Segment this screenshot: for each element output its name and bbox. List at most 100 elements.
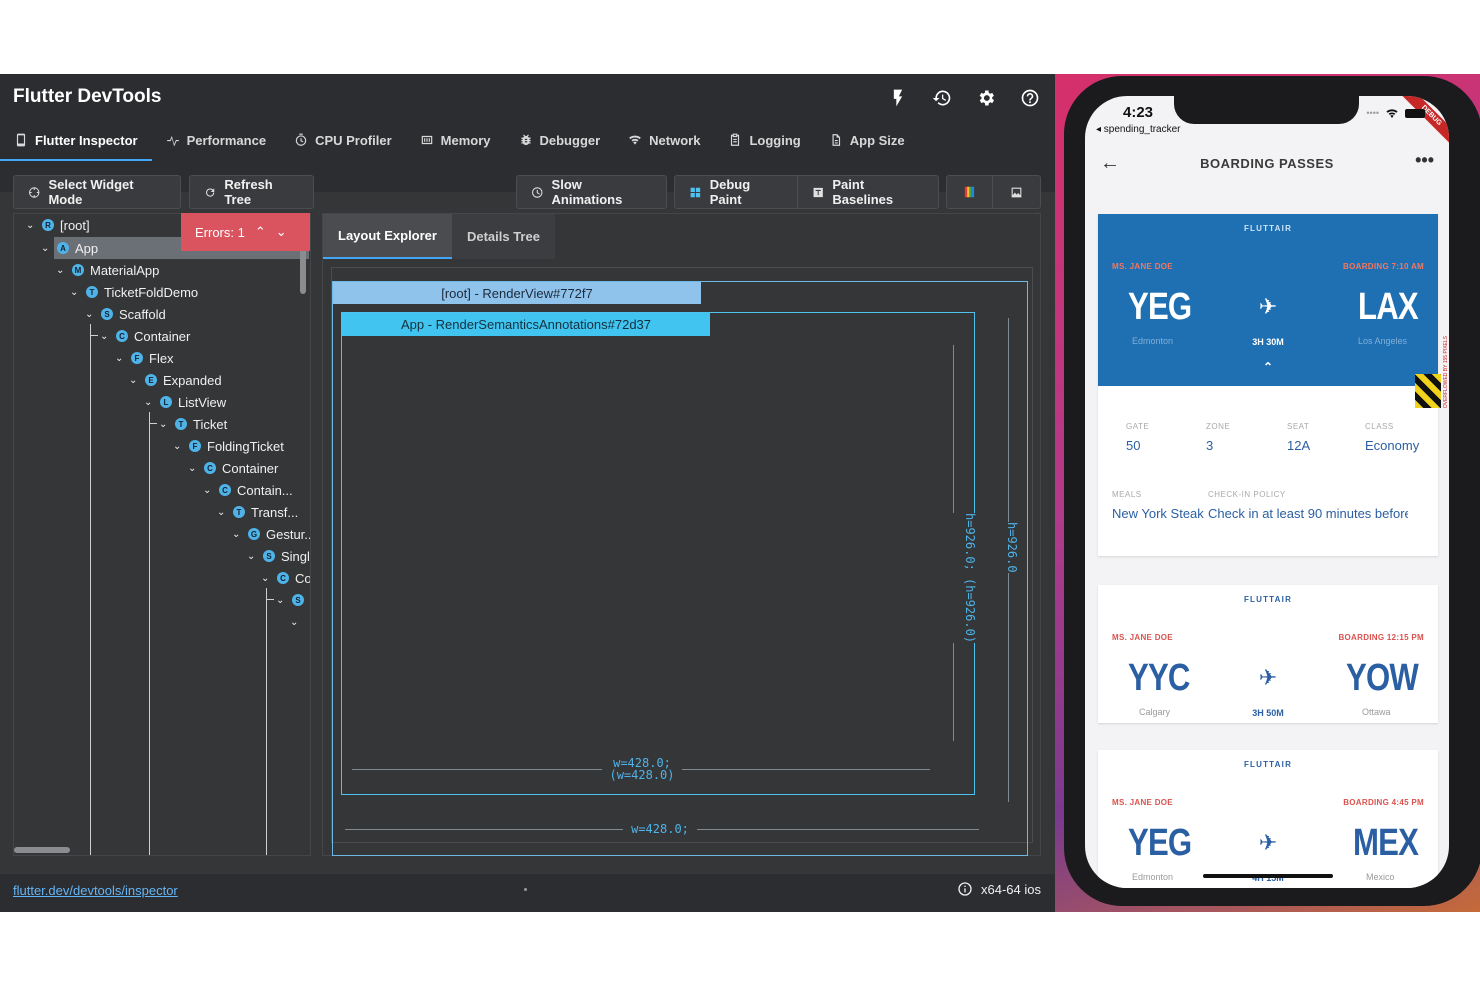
settings-gear-icon[interactable] (971, 84, 1001, 112)
repaint-rainbow-button[interactable] (946, 175, 993, 209)
boarding-pass-card[interactable]: FLUTTAIR MS. JANE DOE BOARDING 4:45 PM Y… (1098, 750, 1438, 888)
tree-node-flex[interactable]: ⌄ F Flex (115, 347, 174, 369)
tree-node-listview[interactable]: ⌄ L ListView (144, 391, 226, 413)
tab-logging[interactable]: Logging (714, 120, 814, 160)
debug-paint-icon (690, 187, 701, 197)
chevron-down-icon[interactable]: ⌄ (144, 397, 154, 408)
tree-horizontal-scrollbar[interactable] (14, 847, 70, 853)
tab-details-tree[interactable]: Details Tree (451, 214, 555, 259)
invert-images-button[interactable] (992, 175, 1041, 209)
tree-node-container-truncated[interactable]: ⌄ C Contain... (203, 479, 293, 501)
tree-vertical-scrollbar[interactable] (300, 244, 306, 294)
layout-canvas: [root] - RenderView#772f7 App - RenderSe… (331, 267, 1033, 856)
screen-title: BOARDING PASSES (1200, 156, 1334, 171)
hot-reload-icon[interactable] (883, 84, 913, 112)
meals-value: New York Steak (1112, 506, 1204, 521)
checkin-value: Check in at least 90 minutes before t (1208, 506, 1408, 521)
chevron-down-icon[interactable]: ⌄ (85, 309, 95, 320)
tree-node-ticket[interactable]: ⌄ T Ticket (159, 413, 227, 435)
status-separator (524, 888, 527, 891)
debug-paint-button[interactable]: Debug Paint (674, 175, 799, 209)
tree-node-transform[interactable]: ⌄ T Transf... (217, 501, 298, 523)
tab-flutter-inspector[interactable]: Flutter Inspector (0, 120, 152, 161)
paint-baselines-button[interactable]: Paint Baselines (797, 175, 939, 209)
hot-restart-icon[interactable] (927, 84, 957, 112)
widget-tree[interactable]: ⌄ R [root] ⌄ A App ⌄ M MaterialApp ⌄ T T… (13, 213, 311, 856)
select-widget-mode-button[interactable]: Select Widget Mode (13, 175, 181, 209)
tree-node-container[interactable]: ⌄ C Container (188, 457, 278, 479)
widget-badge-icon: S (263, 550, 275, 562)
app-render-box[interactable]: App - RenderSemanticsAnnotations#72d37 h… (341, 312, 977, 795)
inspector-docs-link[interactable]: flutter.dev/devtools/inspector (13, 883, 178, 898)
tree-node-deeper[interactable]: ⌄ (290, 611, 300, 633)
chevron-down-icon[interactable]: ⌄ (129, 375, 139, 386)
tab-app-size[interactable]: App Size (815, 120, 919, 160)
refresh-tree-label: Refresh Tree (224, 177, 273, 207)
tree-node-container[interactable]: ⌄ C Container (100, 325, 190, 347)
tree-node-single[interactable]: ⌄ S Singl (247, 545, 310, 567)
chevron-down-icon[interactable]: ⌄ (115, 353, 125, 364)
tree-node-label: Contain... (237, 482, 293, 498)
chevron-down-icon[interactable]: ⌄ (70, 287, 80, 298)
root-render-box[interactable]: [root] - RenderView#772f7 App - RenderSe… (332, 281, 1028, 856)
airplane-icon: ✈ (1258, 294, 1278, 319)
info-icon (958, 882, 972, 896)
signal-icon: •••• (1366, 108, 1379, 118)
slow-animations-button[interactable]: Slow Animations (516, 175, 667, 209)
tree-node-deep[interactable]: ⌄ S (276, 589, 304, 611)
inner-width-dimension: w=428.0; (w=428.0) (602, 757, 682, 781)
tab-cpu-profiler[interactable]: CPU Profiler (280, 120, 406, 160)
tree-node-root[interactable]: ⌄ R [root] (26, 214, 90, 236)
tab-performance[interactable]: Performance (152, 120, 280, 160)
paint-baselines-label: Paint Baselines (832, 177, 894, 207)
tree-node-scaffold[interactable]: ⌄ S Scaffold (85, 303, 166, 325)
more-options-icon[interactable]: ••• (1415, 150, 1434, 171)
app-render-label: App - RenderSemanticsAnnotations#72d37 (342, 313, 710, 336)
back-to-app-link[interactable]: ◂ spending_tracker (1096, 124, 1181, 135)
tab-network[interactable]: Network (614, 120, 714, 160)
tab-memory[interactable]: Memory (406, 120, 505, 160)
chevron-down-icon[interactable]: ⌄ (247, 551, 257, 562)
tab-label: Performance (186, 132, 267, 148)
seat-value: 12A (1287, 438, 1311, 453)
chevron-down-icon[interactable]: ⌄ (173, 441, 183, 452)
chevron-down-icon[interactable]: ⌄ (41, 243, 51, 254)
help-icon[interactable] (1015, 84, 1045, 112)
chevron-up-icon[interactable]: ⌃ (255, 224, 266, 240)
slow-animations-label: Slow Animations (551, 177, 623, 207)
boarding-pass-card[interactable]: FLUTTAIR MS. JANE DOE BOARDING 7:10 AM Y… (1098, 214, 1438, 386)
tree-node-gesture[interactable]: ⌄ G Gestur... (232, 523, 310, 545)
tree-node-app[interactable]: ⌄ A App (41, 237, 98, 259)
chevron-down-icon[interactable]: ⌄ (188, 463, 198, 474)
tab-layout-explorer[interactable]: Layout Explorer (323, 214, 452, 259)
refresh-tree-button[interactable]: Refresh Tree (189, 175, 314, 209)
chevron-down-icon[interactable]: ⌄ (290, 617, 300, 628)
tree-node-expanded[interactable]: ⌄ E Expanded (129, 369, 222, 391)
status-bar: flutter.dev/devtools/inspector x64-64 io… (0, 874, 1055, 912)
chevron-down-icon[interactable]: ⌄ (159, 419, 169, 430)
chevron-down-icon[interactable]: ⌄ (56, 265, 66, 276)
tree-node-label: Container (222, 460, 279, 476)
fluttair-logo: FLUTTAIR (1243, 595, 1293, 604)
refresh-icon (206, 187, 215, 197)
tree-node-label: Ticket (193, 416, 228, 432)
tree-node-materialapp[interactable]: ⌄ M MaterialApp (56, 259, 159, 281)
widget-badge-icon: G (248, 528, 260, 540)
chevron-down-icon[interactable]: ⌄ (276, 595, 286, 606)
home-indicator[interactable] (1203, 874, 1333, 878)
chevron-down-icon[interactable]: ⌄ (232, 529, 242, 540)
chevron-down-icon[interactable]: ⌄ (203, 485, 213, 496)
chevron-down-icon[interactable]: ⌄ (217, 507, 227, 518)
chevron-down-icon[interactable]: ⌄ (276, 224, 287, 240)
tree-node-ticketfolddemo[interactable]: ⌄ T TicketFoldDemo (70, 281, 198, 303)
chevron-down-icon[interactable]: ⌄ (100, 331, 110, 342)
tab-debugger[interactable]: Debugger (505, 120, 615, 160)
checkin-label: CHECK-IN POLICY (1208, 490, 1286, 499)
chevron-down-icon[interactable]: ⌄ (261, 573, 271, 584)
chevron-down-icon[interactable]: ⌄ (26, 220, 36, 231)
boarding-pass-card[interactable]: FLUTTAIR MS. JANE DOE BOARDING 12:15 PM … (1098, 585, 1438, 723)
tree-node-foldingticket[interactable]: ⌄ F FoldingTicket (173, 435, 284, 457)
collapse-chevron-icon[interactable]: ⌃ (1098, 360, 1438, 374)
tree-node-co[interactable]: ⌄ C Co (261, 567, 310, 589)
fluttair-logo: FLUTTAIR (1243, 224, 1293, 233)
